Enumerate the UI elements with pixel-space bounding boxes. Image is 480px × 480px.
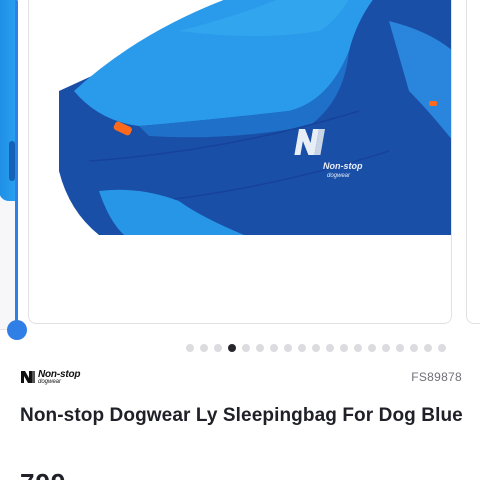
pagination-dot[interactable] [200, 344, 208, 352]
pagination-dot[interactable] [382, 344, 390, 352]
pagination-dot[interactable] [284, 344, 292, 352]
pagination-dot[interactable] [256, 344, 264, 352]
pagination-dot[interactable] [186, 344, 194, 352]
product-price: 799 [20, 468, 66, 480]
pagination-dot[interactable] [424, 344, 432, 352]
pagination-dot[interactable] [270, 344, 278, 352]
pagination-dot[interactable] [242, 344, 250, 352]
carousel-pagination[interactable] [186, 343, 446, 353]
active-slide[interactable]: Non-stop dogwear [28, 0, 452, 324]
pagination-dot[interactable] [354, 344, 362, 352]
pagination-dot[interactable] [438, 344, 446, 352]
pagination-dot[interactable] [340, 344, 348, 352]
pagination-dot-active[interactable] [228, 344, 236, 352]
pagination-dot[interactable] [214, 344, 222, 352]
svg-text:Non-stop: Non-stop [323, 161, 363, 171]
brand-row: Non-stop dogwear FS89878 [20, 366, 462, 388]
pagination-dot[interactable] [326, 344, 334, 352]
product-image-carousel[interactable]: Non-stop dogwear [0, 0, 480, 335]
product-sku: FS89878 [411, 370, 462, 384]
brand-logo-sub: dogwear [38, 378, 62, 385]
brand-logo-icon [21, 371, 35, 383]
next-slide[interactable] [466, 0, 480, 324]
pagination-dot[interactable] [396, 344, 404, 352]
pagination-dot[interactable] [312, 344, 320, 352]
product-title: Non-stop Dogwear Ly Sleepingbag For Dog … [20, 405, 463, 426]
scroll-track[interactable] [15, 0, 18, 330]
svg-text:dogwear: dogwear [327, 173, 351, 179]
pagination-dot[interactable] [368, 344, 376, 352]
scroll-thumb[interactable] [7, 320, 27, 340]
pagination-dot[interactable] [410, 344, 418, 352]
brand-logo[interactable]: Non-stop dogwear [20, 369, 80, 385]
product-image: Non-stop dogwear [59, 0, 451, 235]
pagination-dot[interactable] [298, 344, 306, 352]
